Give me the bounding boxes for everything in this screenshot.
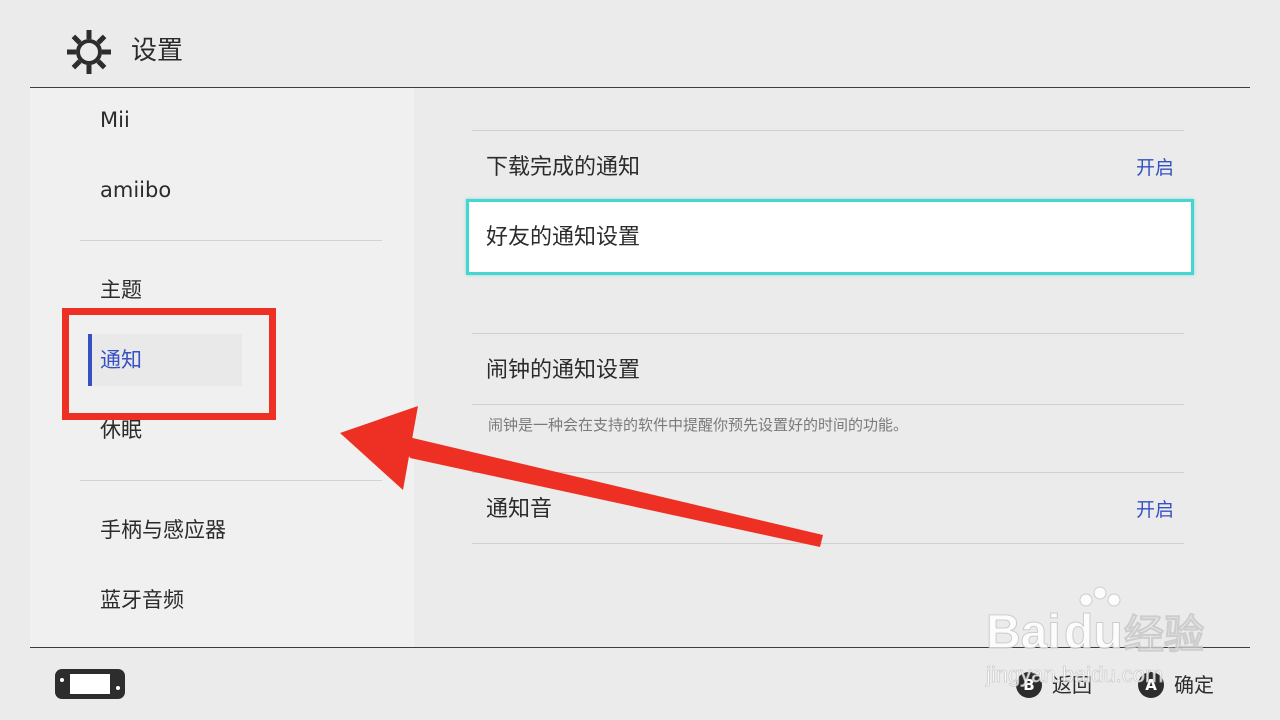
baidu-jingyan-watermark: Bai du 经验 jingyan.baidu.com [985,586,1205,687]
svg-text:Bai: Bai [986,606,1061,659]
row-divider [472,130,1184,131]
sidebar-item-bluetooth-audio[interactable]: 蓝牙音频 [100,585,184,615]
annotation-highlight-box [62,308,276,420]
svg-text:经验: 经验 [1124,612,1204,658]
notification-sound-value[interactable]: 开启 [1136,495,1174,525]
alarm-notification-description: 闹钟是一种会在支持的软件中提醒你预先设置好的时间的功能。 [488,416,909,434]
gear-icon [67,30,111,74]
page-title: 设置 [131,36,184,66]
friend-notification-label[interactable]: 好友的通知设置 [486,222,640,254]
download-notification-value[interactable]: 开启 [1136,153,1174,183]
row-divider [472,404,1184,405]
alarm-notification-label[interactable]: 闹钟的通知设置 [486,355,640,387]
download-notification-label[interactable]: 下载完成的通知 [486,152,640,184]
sidebar-item-mii[interactable]: Mii [100,105,130,135]
svg-text:du: du [1064,606,1123,659]
sidebar-item-theme[interactable]: 主题 [100,275,142,305]
sidebar-item-amiibo[interactable]: amiibo [100,175,171,205]
sidebar-divider [80,480,382,481]
row-divider [472,543,1184,544]
sidebar-item-controllers[interactable]: 手柄与感应器 [100,515,226,545]
notification-sound-label[interactable]: 通知音 [486,494,552,526]
row-divider [472,333,1184,334]
console-icon [55,669,125,699]
svg-text:jingyan.baidu.com: jingyan.baidu.com [985,662,1163,687]
sidebar-divider [80,240,382,241]
row-divider [472,472,1184,473]
